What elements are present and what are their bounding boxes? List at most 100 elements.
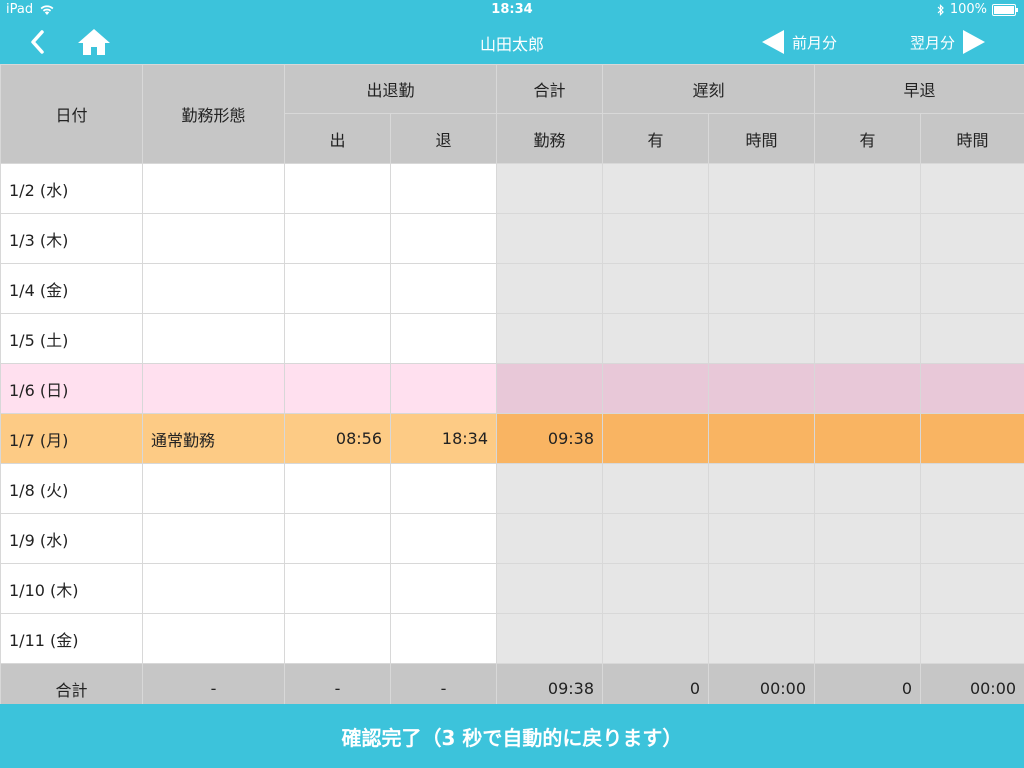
cell-in bbox=[284, 263, 391, 314]
cell-early-time bbox=[920, 213, 1024, 264]
cell-late-time bbox=[708, 413, 816, 464]
cell-out bbox=[389, 263, 498, 314]
triangle-left-icon bbox=[762, 30, 784, 54]
status-time: 18:34 bbox=[491, 2, 533, 17]
cell-work bbox=[496, 463, 604, 514]
cell-early-has bbox=[814, 263, 922, 314]
table-row[interactable]: 1/4 (金) bbox=[0, 263, 1024, 314]
header-work-type: 勤務形態 bbox=[142, 64, 285, 164]
header-date: 日付 bbox=[0, 64, 143, 164]
page-title: 山田太郎 bbox=[479, 35, 544, 54]
back-button[interactable] bbox=[24, 28, 52, 56]
table-row[interactable]: 1/2 (水) bbox=[0, 163, 1024, 214]
table-row[interactable]: 1/8 (火) bbox=[0, 463, 1024, 514]
table-row-sunday[interactable]: 1/6 (日) bbox=[0, 363, 1024, 414]
cell-early-time bbox=[920, 313, 1024, 364]
triangle-right-icon bbox=[963, 30, 986, 54]
cell-in bbox=[284, 313, 391, 364]
cell-early-has bbox=[814, 513, 922, 564]
cell-out bbox=[389, 363, 498, 414]
cell-out bbox=[389, 613, 498, 664]
cell-late-has bbox=[602, 363, 710, 414]
cell-out bbox=[389, 563, 498, 614]
cell-late-time bbox=[708, 313, 816, 364]
cell-in bbox=[284, 363, 391, 414]
table-row[interactable]: 1/3 (木) bbox=[0, 213, 1024, 264]
cell-work-type bbox=[142, 163, 285, 214]
cell-in bbox=[284, 563, 391, 614]
cell-early-has bbox=[814, 563, 922, 614]
cell-early-has bbox=[814, 613, 922, 664]
bluetooth-icon bbox=[937, 3, 944, 16]
cell-early-time bbox=[920, 613, 1024, 664]
cell-early-time bbox=[920, 263, 1024, 314]
header-late-time: 時間 bbox=[708, 113, 816, 164]
cell-late-time bbox=[708, 563, 816, 614]
table-row[interactable]: 1/10 (木) bbox=[0, 563, 1024, 614]
cell-late-time bbox=[708, 363, 816, 414]
cell-out bbox=[389, 213, 498, 264]
cell-date: 1/6 (日) bbox=[0, 363, 143, 414]
cell-work bbox=[496, 513, 604, 564]
home-button[interactable] bbox=[76, 26, 112, 58]
cell-early-time bbox=[920, 163, 1024, 214]
cell-work-type bbox=[142, 363, 285, 414]
cell-in bbox=[284, 463, 391, 514]
header-in: 出 bbox=[284, 113, 391, 164]
attendance-table-wrap: 日付 勤務形態 出退勤 合計 遅刻 早退 出 退 勤務 有 時間 有 時間 1/… bbox=[0, 64, 1024, 714]
cell-early-time bbox=[920, 563, 1024, 614]
nav-bar: 山田太郎 前月分 翌月分 bbox=[0, 20, 1024, 64]
table-row[interactable]: 1/5 (土) bbox=[0, 313, 1024, 364]
cell-out bbox=[389, 313, 498, 364]
cell-late-has bbox=[602, 513, 710, 564]
cell-date: 1/3 (木) bbox=[0, 213, 143, 264]
cell-late-has bbox=[602, 413, 710, 464]
cell-date: 1/11 (金) bbox=[0, 613, 143, 664]
cell-late-time bbox=[708, 613, 816, 664]
home-icon bbox=[78, 29, 110, 55]
confirm-button[interactable]: 確認完了（3 秒で自動的に戻ります） bbox=[0, 704, 1024, 768]
header-out: 退 bbox=[389, 113, 498, 164]
cell-work bbox=[496, 613, 604, 664]
cell-out bbox=[389, 513, 498, 564]
cell-work bbox=[496, 163, 604, 214]
cell-date: 1/2 (水) bbox=[0, 163, 143, 214]
table-row[interactable]: 1/9 (水) bbox=[0, 513, 1024, 564]
cell-date: 1/7 (月) bbox=[0, 413, 143, 464]
cell-date: 1/10 (木) bbox=[0, 563, 143, 614]
attendance-table: 日付 勤務形態 出退勤 合計 遅刻 早退 出 退 勤務 有 時間 有 時間 1/… bbox=[0, 64, 1024, 714]
cell-out bbox=[389, 163, 498, 214]
cell-late-has bbox=[602, 163, 710, 214]
cell-late-time bbox=[708, 263, 816, 314]
header-attendance: 出退勤 bbox=[283, 64, 498, 114]
header-late-has: 有 bbox=[602, 113, 710, 164]
header-total: 合計 bbox=[496, 64, 604, 114]
cell-work-type bbox=[142, 513, 285, 564]
table-row[interactable]: 1/11 (金) bbox=[0, 613, 1024, 664]
cell-early-has bbox=[814, 313, 922, 364]
next-month-button[interactable]: 翌月分 bbox=[910, 28, 986, 56]
cell-out bbox=[389, 463, 498, 514]
cell-early-has bbox=[814, 213, 922, 264]
cell-late-time bbox=[708, 463, 816, 514]
prev-month-label: 前月分 bbox=[792, 33, 838, 52]
cell-work bbox=[496, 213, 604, 264]
cell-work bbox=[496, 263, 604, 314]
status-right: 100% bbox=[937, 2, 1018, 17]
battery-icon bbox=[992, 3, 1018, 16]
chevron-left-icon bbox=[31, 30, 44, 54]
cell-early-has bbox=[814, 163, 922, 214]
cell-late-has bbox=[602, 463, 710, 514]
cell-late-has bbox=[602, 313, 710, 364]
header-early-leave: 早退 bbox=[814, 64, 1024, 114]
cell-in bbox=[284, 213, 391, 264]
cell-early-has bbox=[814, 463, 922, 514]
header-early-time: 時間 bbox=[920, 113, 1024, 164]
cell-late-has bbox=[602, 213, 710, 264]
cell-work-type bbox=[142, 463, 285, 514]
cell-work-type bbox=[142, 563, 285, 614]
cell-out: 18:34 bbox=[389, 413, 498, 464]
table-row-today[interactable]: 1/7 (月) 通常勤務 08:56 18:34 09:38 bbox=[0, 413, 1024, 464]
cell-work-type bbox=[142, 263, 285, 314]
prev-month-button[interactable]: 前月分 bbox=[762, 28, 837, 56]
